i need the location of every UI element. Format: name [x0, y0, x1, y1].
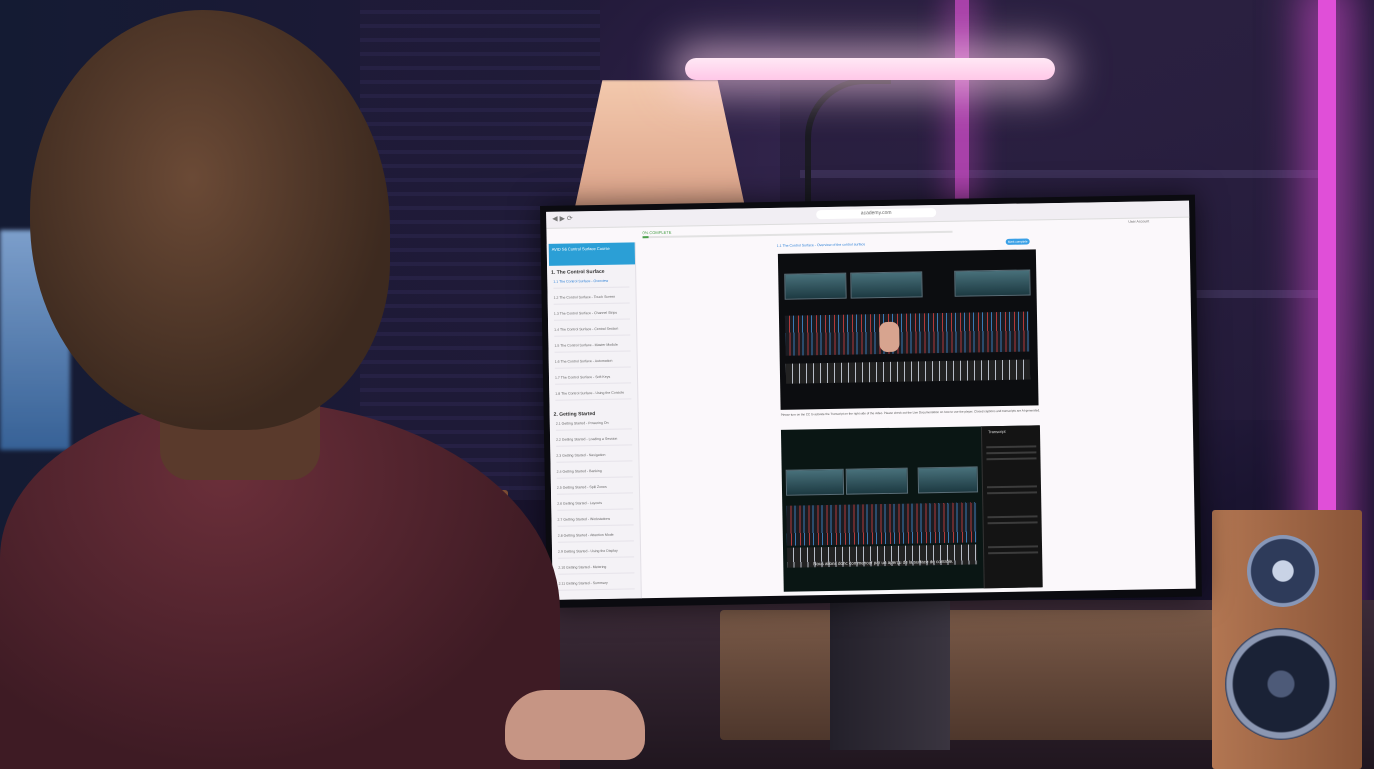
sidebar-lesson-item[interactable]: 1.3 The Control Surface - Channel Strips	[553, 310, 630, 321]
sidebar-lesson-item[interactable]: 2.1 Getting Started - Powering On	[555, 420, 632, 431]
computer-monitor: ◀ ▶ ⟳ academy.com User Account 0% COMPLE…	[540, 194, 1202, 608]
hand	[879, 321, 900, 353]
video-player[interactable]	[777, 249, 1039, 410]
sidebar-lesson-item[interactable]: 1.5 The Control Surface - Master Module	[554, 342, 631, 353]
console-display	[917, 466, 979, 494]
sidebar-header[interactable]: AVID S6 Control Surface Course	[548, 242, 636, 266]
desk-mixer	[720, 610, 1220, 740]
transcript-line	[986, 457, 1037, 461]
sidebar-lesson-item[interactable]: 2.7 Getting Started - Workstations	[557, 516, 634, 527]
sidebar-lesson-item[interactable]: 1.8 The Control Surface - Using the Cons…	[555, 390, 632, 401]
console-channel-strips	[786, 502, 977, 546]
monitor-light-bar	[685, 58, 1055, 80]
progress-bar	[642, 230, 953, 239]
video-player-with-transcript[interactable]: Nous allons donc commencer par un aperçu…	[780, 425, 1043, 592]
sidebar-lesson-item[interactable]: 2.2 Getting Started - Loading a Session	[556, 436, 633, 447]
sidebar-lesson-item[interactable]: 1.1 The Control Surface - Overview	[553, 278, 630, 289]
sidebar-lesson-item[interactable]: 1.7 The Control Surface - Soft Keys	[554, 374, 632, 385]
transcript-line	[986, 485, 1037, 489]
transcript-line	[986, 451, 1037, 455]
sidebar-lesson-item[interactable]: 1.2 The Control Surface - Touch Screen	[553, 294, 630, 305]
neon-light-strip	[955, 0, 969, 210]
sidebar-lesson-item[interactable]: 1.6 The Control Surface - Automation	[554, 358, 631, 369]
sidebar-lesson-item[interactable]: 2.8 Getting Started - Attention Mode	[557, 532, 634, 543]
sidebar-lesson-item[interactable]: 2.9 Getting Started - Using the Display	[558, 548, 635, 559]
console-display	[784, 272, 847, 300]
console-display	[845, 467, 909, 495]
monitor-stand	[830, 600, 950, 750]
transcript-line	[986, 445, 1037, 449]
speaker-woofer	[1225, 628, 1337, 740]
sidebar-lesson-item[interactable]: 1.4 The Control Surface - Central Sectio…	[554, 326, 631, 337]
speaker-tweeter	[1247, 535, 1319, 607]
console-faders	[785, 359, 1031, 384]
transcript-title: Transcript	[987, 428, 1006, 435]
mark-complete-button[interactable]: Mark complete	[1005, 238, 1030, 245]
transcript-line	[987, 491, 1038, 495]
sidebar-lesson-item[interactable]: 2.11 Getting Started - Summary	[558, 580, 635, 591]
lesson-title: 1.1 The Control Surface - Overview of th…	[776, 242, 866, 248]
browser-nav-icons[interactable]: ◀ ▶ ⟳	[552, 214, 573, 222]
console-channel-strips	[784, 311, 1030, 356]
console-display	[785, 468, 845, 496]
browser-toolbar: ◀ ▶ ⟳ academy.com	[546, 200, 1190, 229]
console-display	[850, 271, 923, 299]
monitor-screen: ◀ ▶ ⟳ academy.com User Account 0% COMPLE…	[546, 200, 1196, 600]
progress-label: 0% COMPLETE	[642, 229, 672, 236]
scene: ◀ ▶ ⟳ academy.com User Account 0% COMPLE…	[0, 0, 1374, 769]
sidebar-section-title: 1. The Control Surface	[551, 268, 605, 276]
sidebar-lesson-item[interactable]: 2.6 Getting Started - Layouts	[557, 500, 634, 511]
console-display	[954, 269, 1031, 297]
transcript-line	[988, 551, 1039, 555]
sidebar-lesson-item[interactable]: 2.3 Getting Started - Navigation	[556, 452, 633, 463]
progress-fill	[642, 236, 649, 239]
sidebar-lesson-item[interactable]: 2.10 Getting Started - Metering	[558, 564, 635, 575]
user-account[interactable]: User Account	[1128, 219, 1149, 223]
address-bar[interactable]: academy.com	[816, 208, 937, 220]
person-hand	[505, 690, 645, 760]
sidebar-lesson-item[interactable]: 2.4 Getting Started - Banking	[556, 468, 633, 479]
sidebar-section-title: 2. Getting Started	[553, 411, 596, 418]
transcript-line	[987, 515, 1038, 519]
video-note: Please turn on the CC to activate the Tr…	[780, 408, 1041, 417]
transcript-line	[988, 545, 1039, 549]
course-sidebar: AVID S6 Control Surface Course 1. The Co…	[546, 242, 642, 600]
sidebar-lesson-item[interactable]: 2.5 Getting Started - Spill Zones	[556, 484, 634, 495]
transcript-line	[987, 521, 1038, 525]
transcript-panel[interactable]: Transcript	[980, 425, 1043, 589]
